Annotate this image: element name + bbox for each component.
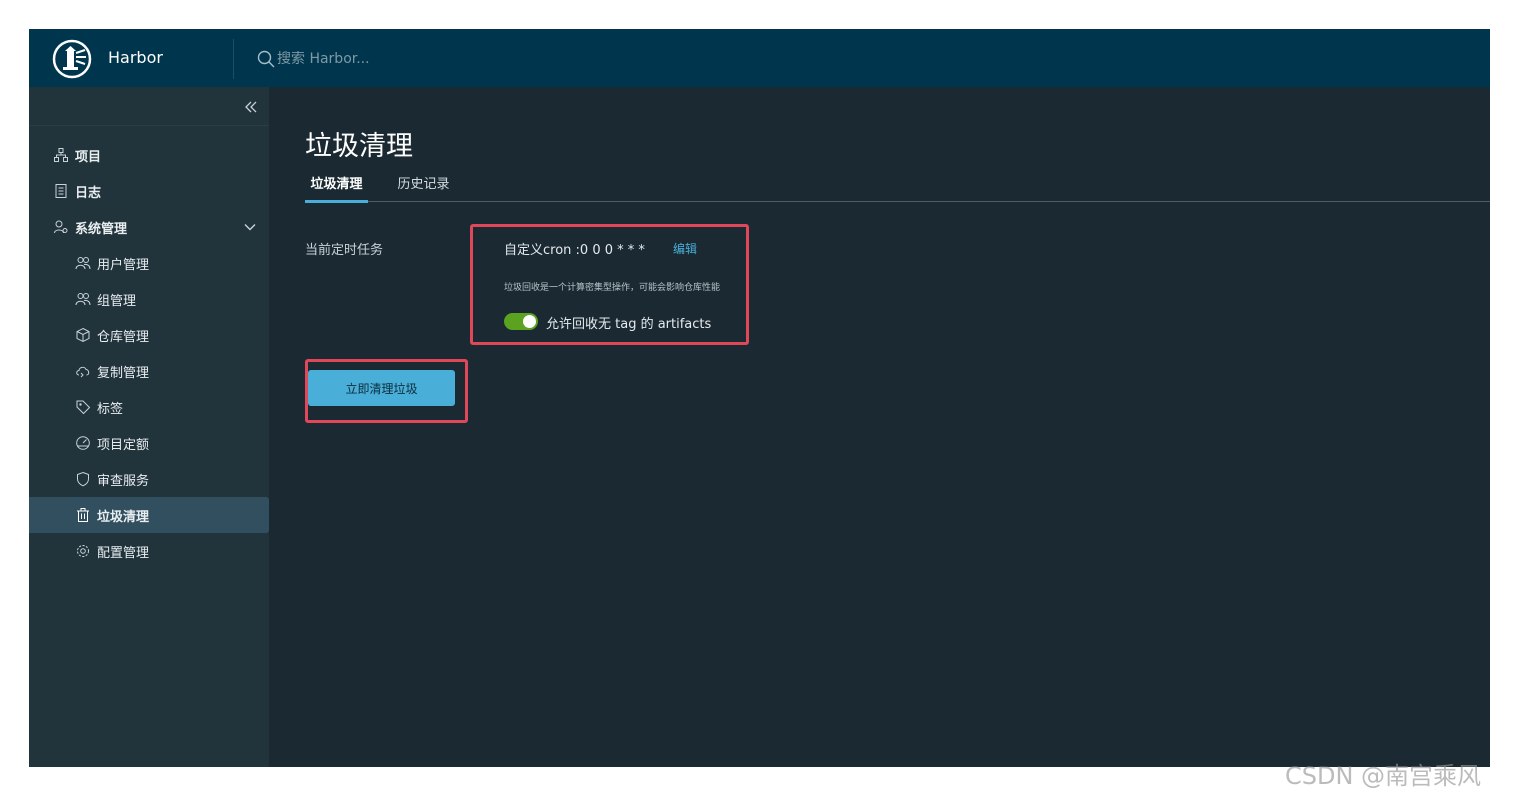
users-icon [75,255,91,271]
search-icon [257,50,275,68]
sidebar-item-quotas[interactable]: 项目定额 [29,425,269,461]
main-content: 垃圾清理 垃圾清理 历史记录 当前定时任务 自定义cron :0 0 0 * *… [269,87,1490,767]
sidebar-item-label: 仓库管理 [97,329,150,345]
tab-history[interactable]: 历史记录 [392,173,455,200]
sidebar-item-registries[interactable]: 仓库管理 [29,317,269,353]
edit-schedule-link[interactable]: 编辑 [673,240,697,257]
toggle-knob [523,315,536,328]
gc-hint-text: 垃圾回收是一个计算密集型操作，可能会影响仓库性能 [504,283,721,293]
admin-icon [53,219,69,235]
page-title: 垃圾清理 [305,131,413,162]
replication-icon [75,363,91,379]
sidebar-item-projects[interactable]: 项目 [29,137,269,173]
sidebar-item-replication[interactable]: 复制管理 [29,353,269,389]
search-input[interactable] [277,51,537,67]
brand-name: Harbor [108,48,163,67]
global-search[interactable] [257,47,557,71]
gear-icon [75,543,91,559]
registry-icon [75,327,91,343]
gc-now-button[interactable]: 立即清理垃圾 [308,370,455,406]
shield-icon [75,471,91,487]
sidebar-item-label: 系统管理 [75,221,128,237]
sidebar-item-label: 项目 [75,149,102,165]
sidebar-item-logs[interactable]: 日志 [29,173,269,209]
groups-icon [75,291,91,307]
header-divider [233,39,234,79]
sidebar-item-interrogation[interactable]: 审查服务 [29,461,269,497]
harbor-logo-icon[interactable] [52,39,92,79]
sidebar-item-label: 用户管理 [97,257,150,273]
sidebar-item-label: 组管理 [97,293,137,309]
harbor-app: Harbor 项目 日志 [29,29,1490,767]
toggle-label: 允许回收无 tag 的 artifacts [546,317,712,332]
sidebar-item-label: 配置管理 [97,545,150,561]
logs-icon [53,183,69,199]
sidebar-item-labels[interactable]: 标签 [29,389,269,425]
sidebar-item-label: 垃圾清理 [97,509,150,525]
sidebar-item-admin[interactable]: 系统管理 [29,209,269,245]
sidebar-item-label: 项目定额 [97,437,150,453]
collapse-sidebar-icon[interactable] [241,97,261,117]
sidebar-item-config[interactable]: 配置管理 [29,533,269,569]
sidebar-item-groups[interactable]: 组管理 [29,281,269,317]
sidebar-item-gc[interactable]: 垃圾清理 [29,497,269,533]
sidebar-item-label: 标签 [97,401,124,417]
schedule-label: 当前定时任务 [305,243,384,258]
tag-icon [75,399,91,415]
cron-schedule-value: 自定义cron :0 0 0 * * * [504,243,645,258]
sidebar: 项目 日志 系统管理 用户管理 组管理 仓库管理 复制管理 标签 项目定额 审查… [29,87,269,767]
sidebar-item-label: 审查服务 [97,473,150,489]
tab-gc[interactable]: 垃圾清理 [305,173,368,203]
watermark: CSDN @南宫乘风 [1285,762,1482,790]
chevron-down-icon[interactable] [243,220,257,234]
trash-icon [75,507,91,523]
untagged-artifacts-toggle[interactable] [504,313,538,330]
top-header: Harbor [29,29,1490,87]
sidebar-item-label: 复制管理 [97,365,150,381]
projects-icon [53,147,69,163]
quota-icon [75,435,91,451]
sidebar-item-users[interactable]: 用户管理 [29,245,269,281]
tab-bar: 垃圾清理 历史记录 [305,173,1490,203]
sidebar-divider [29,125,269,126]
sidebar-item-label: 日志 [75,185,102,201]
